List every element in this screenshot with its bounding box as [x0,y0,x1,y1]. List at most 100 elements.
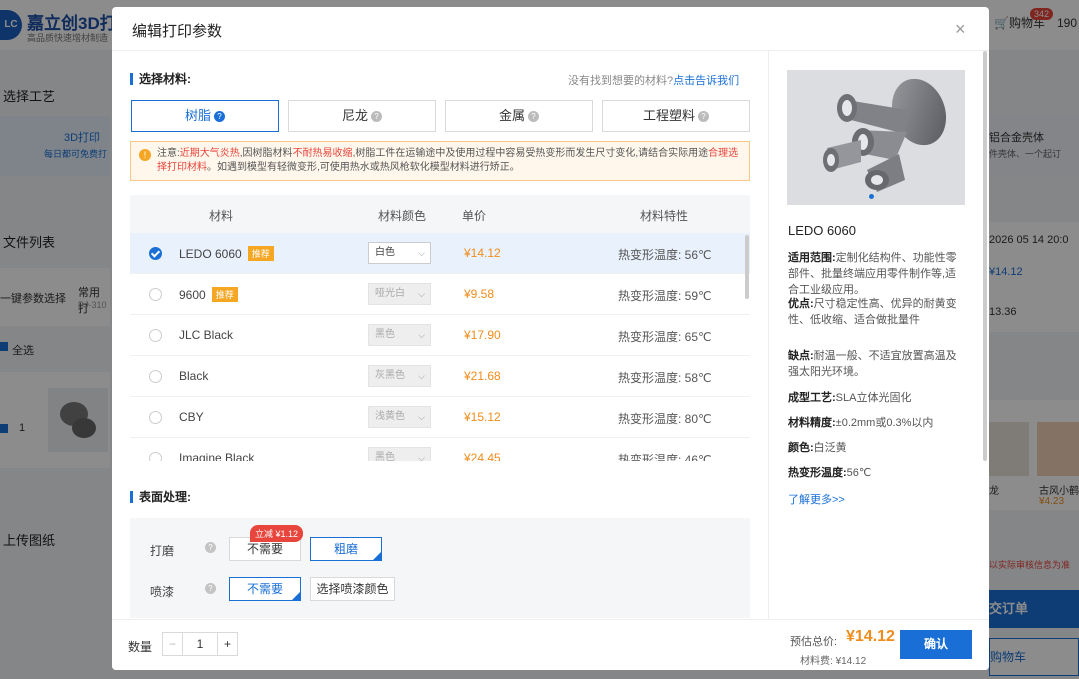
material-row[interactable]: 9600 推荐 哑光白 ⌵ ¥9.58 热变形温度: 59℃ [130,274,750,315]
quantity-stepper[interactable]: − 1 + [162,632,238,656]
modal-title: 编辑打印参数 [132,23,223,40]
material-radio[interactable] [149,329,162,342]
modal-footer: 数量 − 1 + 预估总价: ¥14.12 材料费: ¥14.12 确认 [112,619,989,670]
carousel-dot[interactable] [869,194,874,199]
paint-none-button[interactable]: 不需要 [229,577,301,601]
heat-warning-notice: ! 注意:近期大气炎热,因树脂材料不耐热易收缩,树脂工件在运输途中及使用过程中容… [130,141,750,181]
table-scrollbar[interactable] [745,235,749,299]
quantity-label: 数量 [128,640,153,654]
surface-treatment-panel: 打磨 ? 立减 ¥1.12 不需要 粗磨 喷漆 ? 不需要 选择喷漆颜色 [130,518,750,618]
product-detail-key: 成型工艺: [788,392,836,404]
tab-nylon-label: 尼龙 [341,108,368,123]
help-question: 没有找到想要的材料? [568,75,674,87]
product-detail-value: 白泛黄 [813,442,847,454]
tab-metal-label: 金属 [498,108,525,123]
help-text: 没有找到想要的材料?点击告诉我们 [568,72,739,88]
notice-text-2: ,树脂工件在运输途中及使用过程中容易受热变形而发生尺寸变化,请结合实际用途 [352,148,709,159]
material-color-value: 灰黑色 [375,370,405,381]
material-radio[interactable] [149,247,162,260]
material-name: JLC Black [179,328,233,342]
tab-metal[interactable]: 金属? [445,100,593,132]
col-price: 单价 [462,209,487,223]
sanding-label: 打磨 [150,544,175,558]
material-color-select[interactable]: 白色 ⌵ [368,242,431,264]
tab-engineering-plastic-label: 工程塑料 [642,108,695,123]
material-radio[interactable] [149,411,162,424]
col-color: 材料颜色 [378,209,427,223]
help-icon[interactable]: ? [371,111,382,122]
material-name-text: 9600 [179,288,206,302]
notice-text-3: 。如遇到模型有轻微变形,可使用热水或热风枪软化模型材料进行矫正。 [207,162,520,173]
material-row[interactable]: Imagine Black 黑色 ⌵ ¥24.45 热变形温度: 46℃ [130,438,750,461]
quantity-input[interactable]: 1 [183,633,217,655]
product-detail-line: 热变形温度:56℃ [788,465,966,481]
product-detail-value: 56℃ [846,467,872,479]
material-price: ¥15.12 [464,410,501,424]
learn-more-link[interactable]: 了解更多>> [788,491,845,507]
material-name: Imagine Black [179,451,254,461]
product-detail-line: 材料精度:±0.2mm或0.3%以内 [788,415,966,431]
product-detail-key: 颜色: [788,442,814,454]
chevron-down-icon: ⌵ [418,412,425,422]
material-radio[interactable] [149,452,162,461]
material-name-text: Black [179,369,209,383]
material-table-header: 材料 材料颜色 单价 材料特性 [130,195,750,233]
material-row[interactable]: CBY 浅黄色 ⌵ ¥15.12 热变形温度: 80℃ [130,397,750,438]
tab-engineering-plastic[interactable]: 工程塑料? [602,100,750,132]
confirm-button[interactable]: 确认 [900,630,972,659]
material-color-value: 黑色 [375,452,395,461]
material-color-value: 哑光白 [375,288,405,299]
material-name-text: Imagine Black [179,451,255,461]
col-material: 材料 [209,209,234,223]
material-radio[interactable] [149,370,162,383]
product-detail-value: ±0.2mm或0.3%以内 [835,417,934,429]
material-property: 热变形温度: 56℃ [618,248,712,262]
material-price: ¥17.90 [464,328,501,342]
chevron-down-icon: ⌵ [418,453,425,461]
material-property: 热变形温度: 80℃ [618,412,712,426]
recommend-badge: 推荐 [247,246,274,261]
tab-nylon[interactable]: 尼龙? [288,100,436,132]
close-icon[interactable]: × [955,19,966,40]
material-row[interactable]: LEDO 6060 推荐 白色 ⌵ ¥14.12 热变形温度: 56℃ [130,233,750,274]
product-detail-line: 优点:尺寸稳定性高、优异的耐黄变性、低收缩、适合做批量件 [788,296,966,328]
product-detail-key: 热变形温度: [788,467,847,479]
help-icon[interactable]: ? [214,111,225,122]
material-table-body: LEDO 6060 推荐 白色 ⌵ ¥14.12 热变形温度: 56℃ 9600 推荐 哑光白 ⌵… [130,233,750,461]
material-color-select[interactable]: 灰黑色 ⌵ [368,365,431,387]
surface-section-title: 表面处理: [130,491,191,503]
estimated-total-label: 预估总价: [790,636,838,648]
modal-scrollbar[interactable] [983,51,987,461]
help-icon[interactable]: ? [528,111,539,122]
edit-print-params-modal: 编辑打印参数 × 选择材料: 没有找到想要的材料?点击告诉我们 树脂? 尼龙? … [112,7,989,670]
notice-red-2: 不耐热易收缩 [292,148,353,159]
material-color-value: 浅黄色 [375,411,405,422]
quantity-plus-button[interactable]: + [217,633,237,655]
tab-resin[interactable]: 树脂? [131,100,279,132]
material-color-select[interactable]: 浅黄色 ⌵ [368,406,431,428]
paint-help-icon[interactable]: ? [205,583,216,594]
material-fee: 材料费: ¥14.12 [800,652,866,667]
material-row[interactable]: Black 灰黑色 ⌵ ¥21.68 热变形温度: 58℃ [130,356,750,397]
material-radio[interactable] [149,288,162,301]
material-name: LEDO 6060 推荐 [179,246,274,261]
material-color-select[interactable]: 黑色 ⌵ [368,447,431,461]
feedback-link[interactable]: 点击告诉我们 [673,75,739,87]
estimated-total-value: ¥14.12 [846,628,895,645]
sanding-help-icon[interactable]: ? [205,542,216,553]
material-color-select[interactable]: 哑光白 ⌵ [368,283,431,305]
panel-divider [768,51,769,619]
material-row[interactable]: JLC Black 黑色 ⌵ ¥17.90 热变形温度: 65℃ [130,315,750,356]
col-properties: 材料特性 [640,209,689,223]
notice-text-1: ,因树脂材料 [239,148,293,159]
material-price: ¥24.45 [464,451,501,461]
chevron-down-icon: ⌵ [418,371,425,381]
help-icon[interactable]: ? [698,111,709,122]
material-name-text: LEDO 6060 [179,247,242,261]
paint-color-button[interactable]: 选择喷漆颜色 [310,577,395,601]
sanding-rough-button[interactable]: 粗磨 [310,537,382,561]
product-image[interactable] [787,70,965,205]
quantity-minus-button[interactable]: − [163,633,183,655]
notice-prefix: 注意: [157,148,180,159]
material-color-select[interactable]: 黑色 ⌵ [368,324,431,346]
